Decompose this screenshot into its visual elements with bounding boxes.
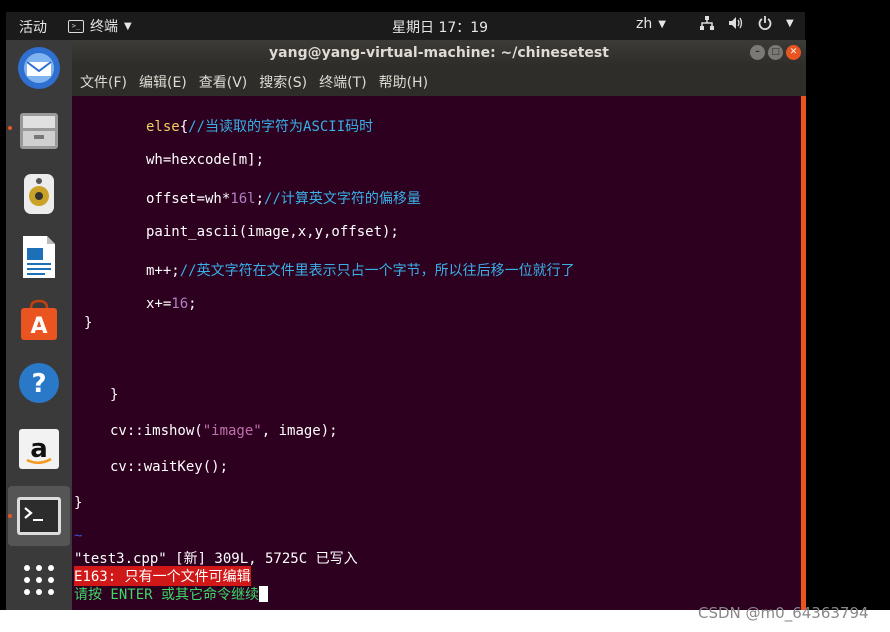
menu-file[interactable]: 文件(F)	[80, 72, 127, 92]
window-controls: – □ ✕	[750, 45, 801, 60]
menu-help[interactable]: 帮助(H)	[379, 72, 428, 92]
clock[interactable]: 星期日 17：19	[392, 17, 488, 37]
title-bar[interactable]: yang@yang-virtual-machine: ~/chinesetest…	[72, 40, 806, 68]
close-icon[interactable]: ✕	[786, 45, 801, 60]
chevron-down-icon: ▼	[786, 17, 794, 29]
terminal-scrollbar[interactable]	[801, 96, 806, 610]
software-icon[interactable]: A	[14, 295, 64, 345]
menu-terminal[interactable]: 终端(T)	[319, 72, 366, 92]
code-line: paint_ascii(image,x,y,offset);	[146, 224, 399, 240]
dock: A ? a	[6, 40, 72, 610]
error-message: E163: 只有一个文件可编辑	[74, 566, 251, 586]
rhythmbox-icon[interactable]	[14, 169, 64, 219]
code-line: offset=wh*16l;//计算英文字符的偏移量	[146, 191, 421, 207]
activities-button[interactable]: 活动	[19, 17, 47, 37]
text-cursor	[259, 586, 269, 602]
code-line: }	[74, 495, 83, 511]
terminal-small-icon: >_	[68, 19, 84, 33]
show-apps-icon[interactable]	[14, 555, 64, 605]
terminal-content[interactable]: else{//当读取的字符为ASCII码时 wh=hexcode[m]; off…	[72, 96, 801, 610]
writer-icon[interactable]	[14, 232, 64, 282]
network-icon	[700, 16, 714, 30]
running-indicator	[8, 126, 12, 130]
watermark: CSDN @m0_64363794	[698, 604, 869, 622]
continue-prompt: 请按 ENTER 或其它命令继续	[74, 584, 269, 604]
app-menu-label: 终端	[90, 19, 118, 35]
terminal-window: yang@yang-virtual-machine: ~/chinesetest…	[72, 40, 806, 610]
svg-text:?: ?	[31, 369, 46, 399]
running-indicator	[8, 514, 12, 518]
terminal-icon[interactable]	[14, 491, 64, 541]
amazon-icon[interactable]: a	[14, 424, 64, 474]
code-line: }	[110, 387, 119, 403]
input-method-label: zh	[636, 16, 653, 32]
empty-line-marker: ~	[74, 528, 83, 544]
chevron-down-icon: ▼	[124, 20, 132, 32]
app-menu[interactable]: >_ 终端 ▼	[68, 16, 132, 36]
system-tray[interactable]: ▼	[700, 16, 794, 30]
menu-bar: 文件(F) 编辑(E) 查看(V) 搜索(S) 终端(T) 帮助(H)	[72, 68, 806, 96]
files-icon[interactable]	[14, 106, 64, 156]
code-line: m++;//英文字符在文件里表示只占一个字节，所以往后移一位就行了	[146, 263, 575, 279]
svg-text:a: a	[30, 434, 48, 464]
code-line: cv::imshow("image", image);	[110, 423, 338, 439]
svg-text:A: A	[30, 314, 47, 339]
minimize-icon[interactable]: –	[750, 45, 765, 60]
chevron-down-icon: ▼	[658, 18, 666, 30]
menu-search[interactable]: 搜索(S)	[259, 72, 307, 92]
thunderbird-icon[interactable]	[14, 43, 64, 93]
window-title: yang@yang-virtual-machine: ~/chinesetest	[269, 45, 609, 61]
code-line: cv::waitKey();	[110, 459, 229, 475]
maximize-icon[interactable]: □	[768, 45, 783, 60]
top-panel: 活动 >_ 终端 ▼ 星期日 17：19 zh ▼ ▼	[6, 12, 805, 40]
input-method-menu[interactable]: zh ▼	[636, 16, 666, 32]
help-icon[interactable]: ?	[14, 358, 64, 408]
write-status: "test3.cpp" [新] 309L, 5725C 已写入	[74, 551, 358, 567]
code-line: else{//当读取的字符为ASCII码时	[146, 119, 374, 135]
menu-view[interactable]: 查看(V)	[199, 72, 248, 92]
menu-edit[interactable]: 编辑(E)	[139, 72, 187, 92]
code-line: x+=16;	[146, 296, 197, 312]
code-line: wh=hexcode[m];	[146, 152, 265, 168]
volume-icon	[729, 17, 743, 29]
code-line: }	[84, 315, 93, 331]
power-icon	[758, 16, 772, 30]
